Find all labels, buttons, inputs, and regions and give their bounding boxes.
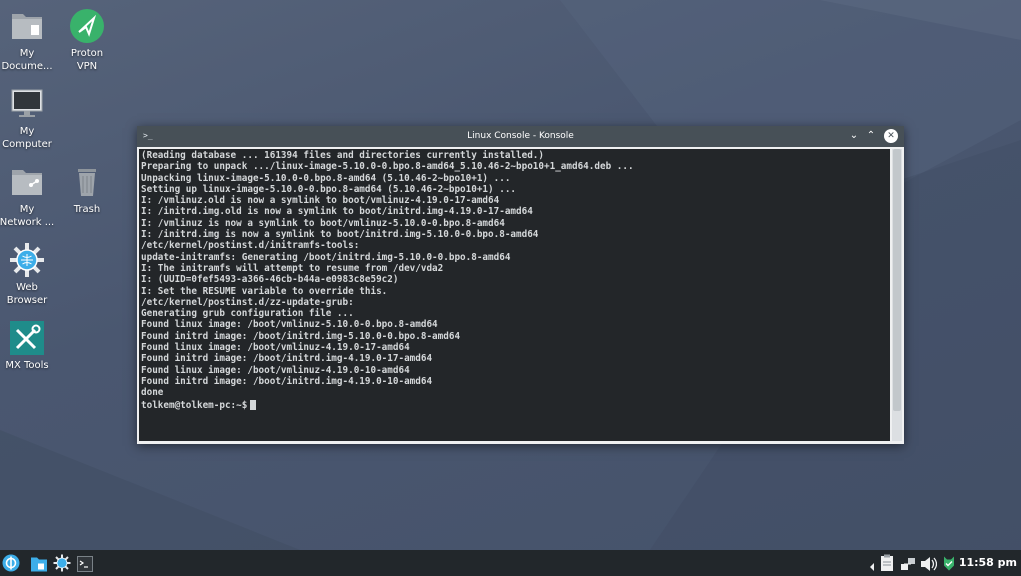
desktop-icon-label: My Docume...	[1, 48, 53, 72]
clipboard-icon[interactable]	[880, 554, 894, 572]
scrollbar-thumb[interactable]	[893, 149, 901, 411]
file-manager-icon[interactable]	[30, 555, 48, 573]
terminal-cursor	[250, 400, 257, 411]
terminal-output: (Reading database ... 161394 files and d…	[141, 150, 634, 399]
desktop-icon-mx-tools[interactable]: MX Tools	[0, 320, 57, 372]
start-menu-icon[interactable]	[2, 554, 20, 572]
maximize-button[interactable]: ⌃	[864, 129, 878, 143]
network-tray-icon[interactable]	[900, 555, 916, 573]
web-browser-taskbar-icon[interactable]	[53, 554, 71, 572]
taskbar-clock[interactable]: 11:58 pm	[959, 556, 1017, 569]
terminal-scrollbar[interactable]	[892, 149, 902, 441]
desktop-icon-proton-vpn[interactable]: Proton VPN	[57, 8, 117, 73]
terminal-prompt-line[interactable]: tolkem@tolkem-pc:~$	[139, 399, 890, 411]
desktop-icon-label: Trash	[73, 204, 101, 215]
monitor-icon	[11, 89, 43, 117]
desktop-icon-web-browser[interactable]: Web Browser	[0, 242, 57, 307]
volume-icon[interactable]	[920, 555, 937, 573]
desktop-icon-trash[interactable]: Trash	[57, 164, 117, 216]
desktop-icon-my-computer[interactable]: My Computer	[0, 86, 57, 151]
terminal-prompt: tolkem@tolkem-pc:~$	[141, 399, 248, 411]
desktop-icon-label: Proton VPN	[70, 48, 104, 72]
desktop-icon-label: MX Tools	[5, 360, 49, 371]
tray-arrow-icon[interactable]	[868, 558, 876, 576]
window-title: Linux Console - Konsole	[467, 131, 574, 141]
web-browser-icon	[10, 243, 44, 277]
desktop-icon-label: My Computer	[2, 126, 52, 150]
trash-icon	[78, 169, 96, 196]
minimize-button[interactable]: ⌄	[847, 129, 861, 143]
desktop-icon-my-documents[interactable]: My Docume...	[0, 8, 57, 73]
updater-tray-icon[interactable]	[942, 554, 956, 572]
folder-icon	[12, 14, 42, 39]
taskbar: 11:58 pm	[0, 550, 1021, 576]
desktop-icon-label: My Network ...	[0, 204, 55, 228]
window-titlebar[interactable]: >_ Linux Console - Konsole ⌄ ⌃ ✕	[137, 126, 904, 147]
proton-vpn-icon	[70, 9, 104, 43]
konsole-taskbar-icon[interactable]	[77, 555, 93, 573]
mx-tools-icon	[10, 321, 44, 355]
terminal-area[interactable]: (Reading database ... 161394 files and d…	[139, 149, 890, 441]
close-button[interactable]: ✕	[884, 129, 898, 143]
network-folder-icon	[12, 170, 42, 195]
desktop-icon-label: Web Browser	[6, 282, 48, 306]
konsole-window[interactable]: >_ Linux Console - Konsole ⌄ ⌃ ✕ (Readin…	[137, 126, 904, 444]
desktop-icon-my-network[interactable]: My Network ...	[0, 164, 57, 229]
